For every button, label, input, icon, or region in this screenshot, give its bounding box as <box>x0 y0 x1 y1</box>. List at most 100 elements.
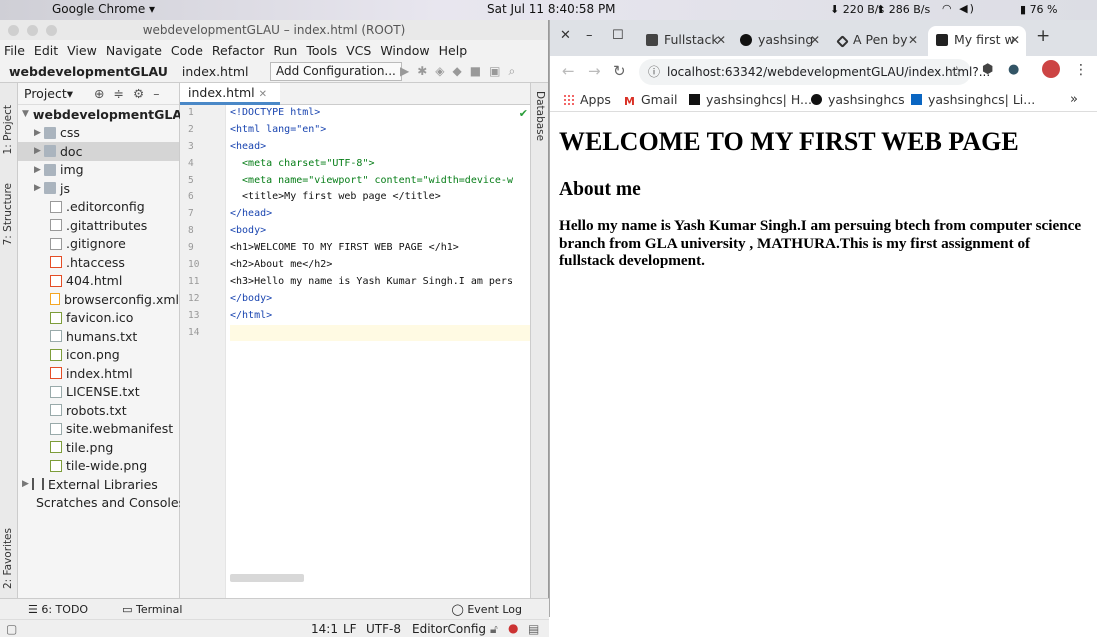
project-view-selector[interactable]: Project▾ <box>24 86 73 101</box>
minimize-icon[interactable]: – <box>586 28 593 43</box>
code-line[interactable]: <title>My first web page </title> <box>230 189 530 206</box>
close-icon[interactable]: ✕ <box>560 28 571 43</box>
tree-item-file[interactable]: .htaccess <box>18 253 179 272</box>
close-tab-icon[interactable]: ✕ <box>716 26 726 54</box>
profile-icon[interactable]: ◆ <box>453 64 470 78</box>
event-log-tool-tab[interactable]: ◯ Event Log <box>452 603 522 616</box>
expand-arrow-icon[interactable]: ▶ <box>22 479 32 489</box>
url-text[interactable]: localhost:63342/webdevelopmentGLAU/index… <box>667 65 990 79</box>
battery-indicator[interactable]: ▮ 76 % <box>1020 3 1058 16</box>
stop-icon[interactable]: ■ <box>470 64 489 78</box>
menu-run[interactable]: Run <box>273 43 297 58</box>
code-line[interactable]: <head> <box>230 139 530 156</box>
code-line[interactable]: <h3>Hello my name is Yash Kumar Singh.I … <box>230 274 530 291</box>
code-line[interactable]: </html> <box>230 308 530 325</box>
code-line[interactable]: <!DOCTYPE html> <box>230 105 530 122</box>
tree-item-file[interactable]: .gitignore <box>18 235 179 254</box>
menu-window[interactable]: Window <box>380 43 429 58</box>
menu-tools[interactable]: Tools <box>306 43 337 58</box>
tree-item-file[interactable]: site.webmanifest <box>18 420 179 439</box>
code-text-area[interactable]: <!DOCTYPE html> <html lang="en"> <head> … <box>230 105 530 598</box>
bookmarks-overflow-icon[interactable]: » <box>1070 92 1078 107</box>
status-layout-icon[interactable]: ▢ <box>6 622 17 636</box>
status-icons[interactable]: ◠ ◀) <box>942 2 976 15</box>
coverage-icon[interactable]: ◈ <box>435 64 452 78</box>
menu-vcs[interactable]: VCS <box>346 43 371 58</box>
inspector-icon[interactable]: ● <box>508 621 518 635</box>
bookmark-gmail[interactable]: M Gmail <box>624 92 677 108</box>
project-tool-tab[interactable]: 1: Project <box>2 105 14 154</box>
add-configuration-button[interactable]: Add Configuration... <box>270 62 402 81</box>
code-line-current[interactable] <box>230 324 530 342</box>
tree-item-file[interactable]: favicon.ico <box>18 309 179 328</box>
tree-item-file[interactable]: .editorconfig <box>18 198 179 217</box>
site-info-icon[interactable]: ⓘ <box>648 59 660 85</box>
tree-item-file[interactable]: 404.html <box>18 272 179 291</box>
tree-item-file[interactable]: browserconfig.xml <box>18 290 179 309</box>
tree-item-css[interactable]: ▶ css <box>18 124 179 143</box>
menu-refactor[interactable]: Refactor <box>212 43 264 58</box>
tree-item-scratches[interactable]: Scratches and Consoles <box>18 494 185 513</box>
editor-config-indicator[interactable]: EditorConfig <box>412 622 486 636</box>
tree-item-file[interactable]: LICENSE.txt <box>18 383 179 402</box>
browser-tab[interactable]: Fullstack ✕ <box>640 26 732 56</box>
memory-icon[interactable]: ▤ <box>528 622 539 636</box>
editor-tab-index-html[interactable]: index.html ✕ <box>180 83 280 105</box>
close-tab-icon[interactable]: ✕ <box>810 26 820 54</box>
browser-tab[interactable]: A Pen by ✕ <box>832 26 924 56</box>
tree-item-file[interactable]: .gitattributes <box>18 216 179 235</box>
volume-icon[interactable]: ◀) <box>959 2 976 15</box>
address-bar[interactable]: ⓘ localhost:63342/webdevelopmentGLAU/ind… <box>639 59 990 85</box>
gear-icon[interactable]: ⚙ <box>133 86 153 101</box>
code-line[interactable]: </body> <box>230 291 530 308</box>
line-separator[interactable]: LF <box>343 622 357 636</box>
zoom-window-button[interactable] <box>46 25 57 36</box>
lock-icon[interactable]: 🔓︎ <box>490 622 498 637</box>
expand-arrow-icon[interactable]: ▶ <box>34 146 44 156</box>
browser-tab-active[interactable]: My first w ✕ <box>928 26 1026 56</box>
active-app-menu[interactable]: Google Chrome ▾ <box>52 2 155 16</box>
bookmark-apps[interactable]: Apps <box>563 92 611 107</box>
system-clock[interactable]: Sat Jul 11 8:40:58 PM <box>487 2 616 16</box>
extension-icon[interactable]: ⬢ <box>982 62 993 77</box>
debug-icon[interactable]: ✱ <box>417 64 435 78</box>
code-line[interactable]: <html lang="en"> <box>230 122 530 139</box>
tree-item-external-libraries[interactable]: ▶ External Libraries <box>18 475 179 494</box>
caret-position[interactable]: 14:1 <box>311 622 338 636</box>
expand-arrow-icon[interactable]: ▶ <box>34 128 44 138</box>
bookmark-item[interactable]: yashsinghcs| H... <box>689 92 812 107</box>
close-window-button[interactable] <box>8 25 19 36</box>
expand-arrow-icon[interactable]: ▶ <box>34 165 44 175</box>
extension-icon-2[interactable]: ● <box>1008 62 1019 77</box>
favorites-tool-tab[interactable]: 2: Favorites <box>2 528 14 589</box>
tree-item-doc[interactable]: ▶ doc <box>18 142 179 161</box>
menu-navigate[interactable]: Navigate <box>106 43 162 58</box>
kebab-menu-icon[interactable]: ⋮ <box>1074 62 1088 78</box>
menu-file[interactable]: File <box>4 43 25 58</box>
run-icon[interactable]: ▶ <box>400 64 417 78</box>
menu-edit[interactable]: Edit <box>34 43 58 58</box>
database-tool-tab[interactable]: Database <box>534 91 546 141</box>
maximize-icon[interactable]: ☐ <box>612 28 624 43</box>
expand-arrow-icon[interactable]: ▼ <box>22 109 29 119</box>
code-line[interactable]: </head> <box>230 206 530 223</box>
reload-icon[interactable]: ↻ <box>613 62 626 80</box>
code-line[interactable]: <h1>WELCOME TO MY FIRST WEB PAGE </h1> <box>230 240 530 257</box>
wifi-icon[interactable]: ◠ <box>942 2 954 15</box>
tree-item-file[interactable]: tile-wide.png <box>18 457 179 476</box>
hide-icon[interactable]: – <box>153 86 168 101</box>
close-tab-icon[interactable]: ✕ <box>1010 26 1020 54</box>
tree-item-file[interactable]: robots.txt <box>18 401 179 420</box>
terminal-tool-tab[interactable]: ▭ Terminal <box>122 603 182 616</box>
bookmark-item[interactable]: yashsinghcs <box>811 92 905 107</box>
code-line[interactable]: <h2>About me</h2> <box>230 257 530 274</box>
menu-code[interactable]: Code <box>171 43 203 58</box>
expand-arrow-icon[interactable]: ▶ <box>34 183 44 193</box>
bookmark-item[interactable]: yashsinghcs| Li... <box>911 92 1035 107</box>
menu-help[interactable]: Help <box>439 43 468 58</box>
tree-item-root[interactable]: ▼ webdevelopmentGLAU <box>18 105 192 124</box>
code-line[interactable]: <body> <box>230 223 530 240</box>
todo-tool-tab[interactable]: ☰ 6: TODO <box>28 603 88 616</box>
tree-item-file[interactable]: tile.png <box>18 438 179 457</box>
tree-item-file[interactable]: humans.txt <box>18 327 179 346</box>
